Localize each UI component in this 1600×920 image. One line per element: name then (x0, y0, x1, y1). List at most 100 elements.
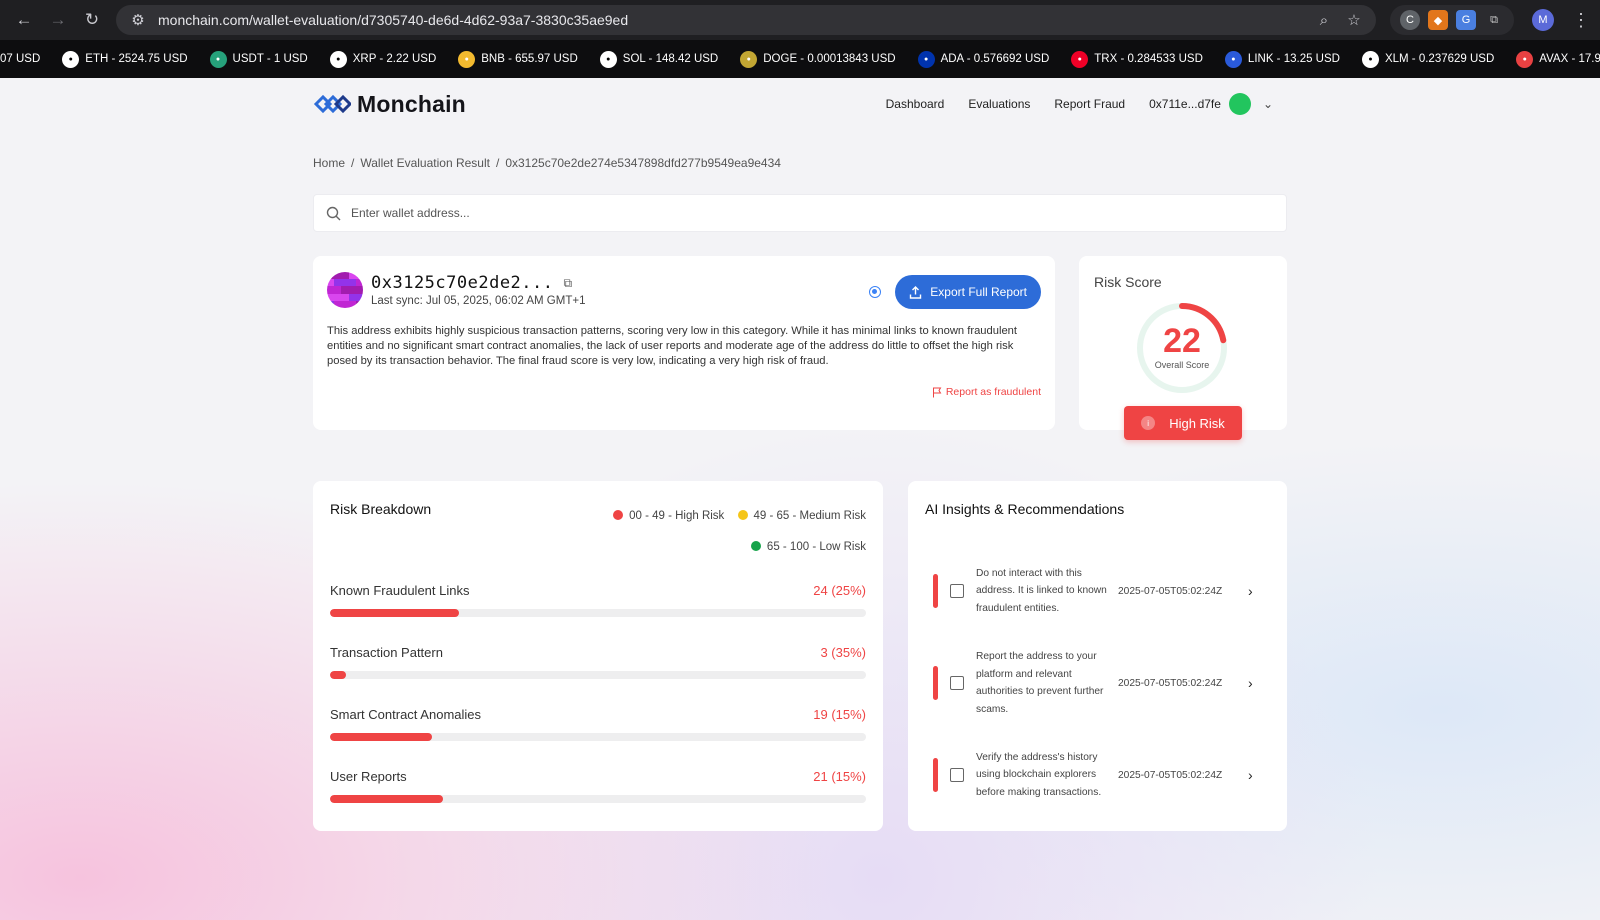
recommendation-timestamp: 2025-07-05T05:02:24Z (1118, 769, 1223, 781)
risk-row-bar-fill (330, 671, 347, 679)
export-full-report-button[interactable]: Export Full Report (895, 275, 1041, 309)
legend-low: 65 - 100 - Low Risk (741, 541, 866, 553)
risk-row-label: Known Fraudulent Links (330, 583, 470, 598)
wallet-menu[interactable]: 0x711e...d7fe ⌄ (1149, 93, 1273, 115)
chevron-right-icon[interactable]: › (1248, 767, 1253, 783)
ai-recommendation-item[interactable]: If you have already been scammed by this… (925, 821, 1270, 831)
price-ticker: 07 USD ● ETH - 2524.75 USD ● USDT - 1 USD ● XR… (0, 40, 1600, 78)
extensions-puzzle-icon[interactable]: ⧉ (1484, 10, 1504, 30)
ai-recommendation-item[interactable]: Do not interact with this address. It is… (925, 545, 1270, 637)
recommendation-checkbox[interactable] (950, 676, 964, 690)
last-sync: Last sync: Jul 05, 2025, 06:02 AM GMT+1 (371, 295, 586, 307)
evaluation-summary: This address exhibits highly suspicious … (327, 325, 1017, 367)
risk-row: User Reports 21 (15%) (330, 769, 866, 831)
bnb-icon: ● (458, 50, 476, 68)
risk-row: Transaction Pattern 3 (35%) (330, 645, 866, 707)
ticker-label: ADA - 0.576692 USD (940, 53, 1050, 65)
risk-score-gauge: 22 Overall Score (1134, 300, 1230, 396)
high-risk-badge: i High Risk (1124, 406, 1242, 440)
breadcrumb-home[interactable]: Home (313, 156, 345, 170)
risk-score-card: Risk Score 22 Overall Score (1079, 256, 1287, 430)
identicon-cell (327, 293, 335, 301)
ticker-label: BNB - 655.97 USD (481, 53, 578, 65)
identicon-cell (341, 272, 349, 280)
xrp-icon: ● (329, 50, 347, 68)
back-icon[interactable]: ← (10, 6, 38, 34)
metamask-fox-icon[interactable]: ◆ (1428, 10, 1448, 30)
ai-insights-title: AI Insights & Recommendations (925, 501, 1125, 517)
ticker-item: ● XLM - 0.237629 USD (1361, 50, 1494, 68)
page-content: Monchain Dashboard Evaluations Report Fr… (0, 78, 1600, 920)
extension-c-icon[interactable]: C (1400, 10, 1420, 30)
recommendation-timestamp: 2025-07-05T05:02:24Z (1118, 585, 1223, 597)
risk-row-header: Transaction Pattern 3 (35%) (330, 645, 866, 660)
reload-icon[interactable]: ↻ (78, 6, 106, 34)
wallet-avatar (1228, 93, 1251, 115)
risk-row-header: Smart Contract Anomalies 19 (15%) (330, 707, 866, 722)
translate-icon[interactable]: G (1456, 10, 1476, 30)
report-fraudulent-link[interactable]: Report as fraudulent (932, 386, 1041, 398)
wallet-address: 0x3125c70e2de2... (371, 273, 554, 293)
identicon-cell (341, 300, 349, 308)
copy-icon[interactable]: ⧉ (564, 276, 573, 291)
wallet-search-input[interactable] (351, 206, 1274, 220)
identicon-cell (341, 286, 349, 294)
chevron-right-icon[interactable]: › (1248, 583, 1253, 599)
zoom-icon[interactable]: ⌕ (1314, 12, 1334, 29)
ticker-item: ● ADA - 0.576692 USD (917, 50, 1050, 68)
legend-low-label: 65 - 100 - Low Risk (766, 541, 866, 553)
ticker-label: USDT - 1 USD (232, 53, 308, 65)
address-bar[interactable]: ⚙ monchain.com/wallet-evaluation/d730574… (116, 5, 1376, 35)
legend-high: 00 - 49 - High Risk (603, 510, 724, 522)
identicon-cell (355, 300, 363, 308)
extensions-bar: C ◆ G ⧉ (1390, 5, 1514, 35)
ticker-item: ● DOGE - 0.00013843 USD (740, 50, 896, 68)
recommendation-checkbox[interactable] (950, 584, 964, 598)
recommendation-text: Do not interact with this address. It is… (976, 567, 1107, 614)
ai-recommendation-item[interactable]: Report the address to your platform and … (925, 637, 1270, 729)
profile-avatar[interactable]: M (1532, 9, 1554, 31)
identicon-cell (355, 272, 363, 280)
ticker-label: LINK - 13.25 USD (1247, 53, 1340, 65)
recommendation-timestamp: 2025-07-05T05:02:24Z (1118, 677, 1223, 689)
identicon-cell (348, 300, 356, 308)
identicon-cell (327, 300, 335, 308)
recommendation-checkbox[interactable] (950, 768, 964, 782)
risk-row-bar-fill (330, 609, 459, 617)
ticker-item: ● LINK - 13.25 USD (1224, 50, 1340, 68)
legend-medium-label: 49 - 65 - Medium Risk (753, 510, 866, 522)
risk-legend: 00 - 49 - High Risk 49 - 65 - Medium Ris… (566, 501, 866, 563)
ticker-label: TRX - 0.284533 USD (1094, 53, 1203, 65)
risk-row-label: Transaction Pattern (330, 645, 443, 660)
risk-row: Smart Contract Anomalies 19 (15%) (330, 707, 866, 769)
ticker-label: ETH - 2524.75 USD (85, 53, 188, 65)
chevron-right-icon[interactable]: › (1248, 675, 1253, 691)
ticker-label: XRP - 2.22 USD (352, 53, 437, 65)
breadcrumb-wallet-evaluation[interactable]: Wallet Evaluation Result (360, 156, 490, 170)
forward-icon[interactable]: → (44, 6, 72, 34)
bookmark-star-icon[interactable]: ☆ (1344, 11, 1364, 29)
identicon-cell (348, 293, 356, 301)
identicon-cell (348, 286, 356, 294)
site-settings-icon[interactable]: ⚙ (128, 11, 148, 29)
target-icon[interactable] (869, 286, 881, 298)
nav-evaluations[interactable]: Evaluations (968, 97, 1030, 111)
url-text[interactable]: monchain.com/wallet-evaluation/d7305740-… (158, 12, 1304, 28)
legend-high-dot (613, 510, 624, 520)
wallet-address-short: 0x711e...d7fe (1149, 97, 1221, 111)
ticker-item: ● BNB - 655.97 USD (458, 50, 578, 68)
monchain-logo[interactable]: Monchain (313, 91, 466, 118)
severity-accent (933, 758, 938, 792)
identicon-cell (334, 300, 342, 308)
risk-row-value: 24 (25%) (813, 583, 866, 598)
chevron-down-icon[interactable]: ⌄ (1263, 97, 1273, 111)
ai-recommendation-item[interactable]: Verify the address's history using block… (925, 729, 1270, 821)
risk-row-bar (330, 795, 866, 803)
eth-icon: ● (62, 50, 80, 68)
browser-menu-icon[interactable]: ⋮ (1572, 10, 1590, 31)
risk-row-header: User Reports 21 (15%) (330, 769, 866, 784)
nav-report-fraud[interactable]: Report Fraud (1054, 97, 1125, 111)
nav-dashboard[interactable]: Dashboard (886, 97, 945, 111)
risk-breakdown-card: Risk Breakdown 00 - 49 - High Risk 49 - … (313, 481, 883, 831)
flag-icon (932, 387, 942, 397)
